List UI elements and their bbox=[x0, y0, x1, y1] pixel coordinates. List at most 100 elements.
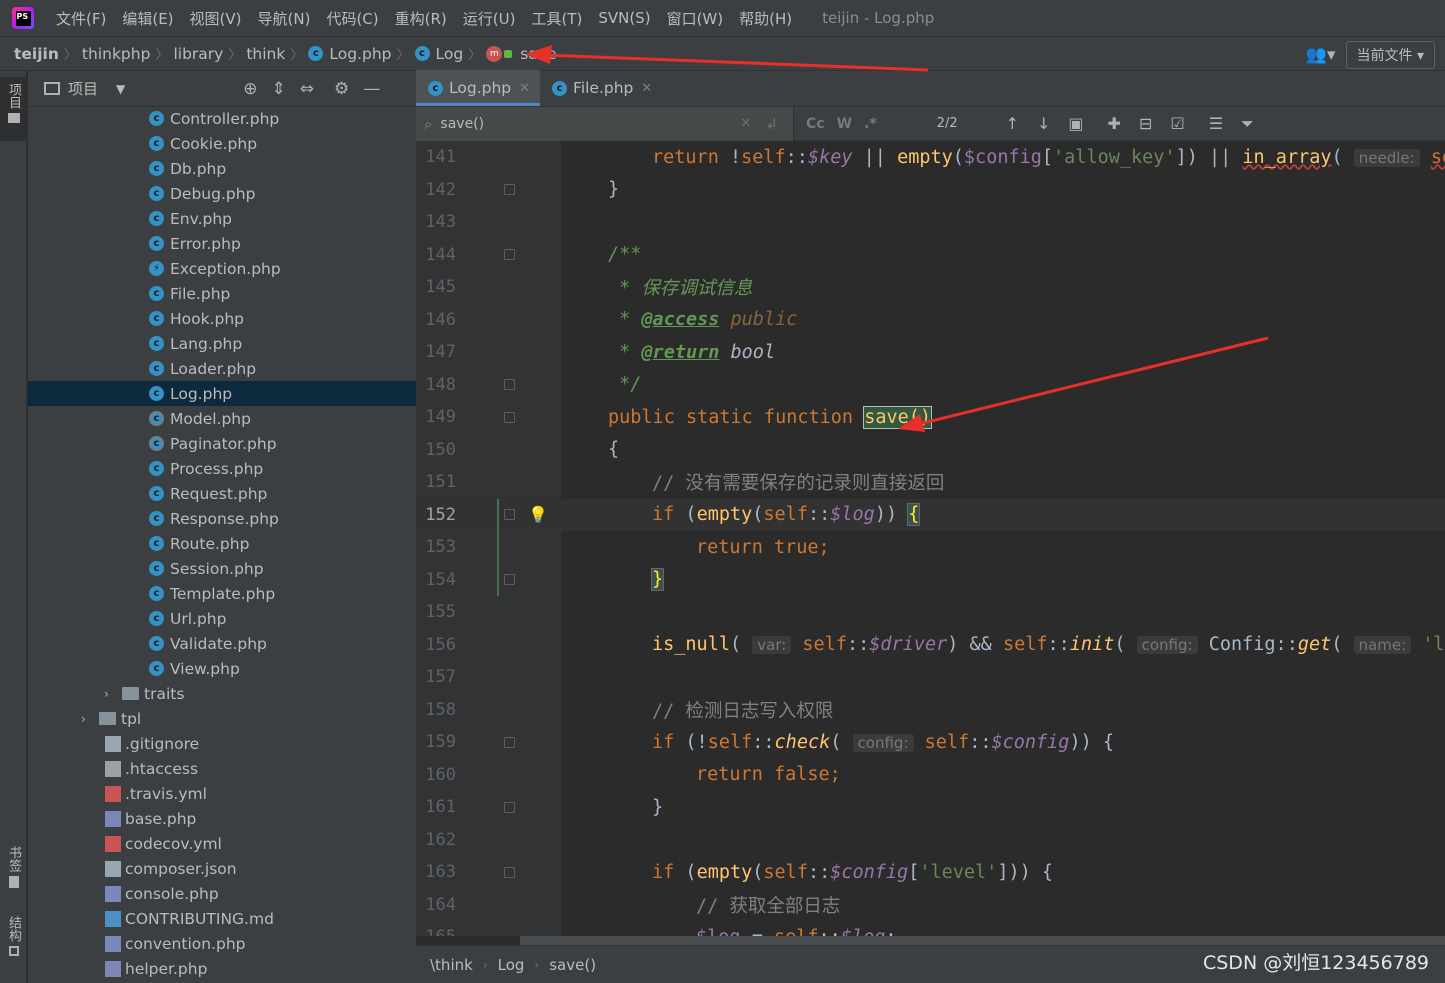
tree-item-file[interactable]: c View.php bbox=[28, 656, 416, 681]
breadcrumb-project[interactable]: teijin bbox=[14, 45, 59, 63]
code-line[interactable]: 146 * @access public bbox=[416, 304, 1445, 337]
status-crumb-method[interactable]: save() bbox=[549, 956, 596, 974]
tree-item-folder[interactable]: › tpl bbox=[28, 706, 416, 731]
tree-item-file[interactable]: console.php bbox=[28, 881, 416, 906]
tree-item-file[interactable]: CONTRIBUTING.md bbox=[28, 906, 416, 931]
menu-code[interactable]: 代码(C) bbox=[318, 8, 386, 29]
fold-marker-icon[interactable] bbox=[504, 249, 515, 261]
lightbulb-icon[interactable]: 💡 bbox=[528, 505, 548, 524]
code-line[interactable]: 142} bbox=[416, 174, 1445, 207]
menu-tools[interactable]: 工具(T) bbox=[523, 8, 590, 29]
tree-item-file[interactable]: c Process.php bbox=[28, 456, 416, 481]
tree-item-file[interactable]: c Loader.php bbox=[28, 356, 416, 381]
chevron-right-icon[interactable]: › bbox=[104, 687, 122, 701]
tab-log-php[interactable]: c Log.php ✕ bbox=[416, 70, 541, 106]
menu-refactor[interactable]: 重构(R) bbox=[387, 8, 455, 29]
breadcrumb-thinkphp[interactable]: thinkphp bbox=[82, 45, 151, 63]
tree-item-folder[interactable]: › traits bbox=[28, 681, 416, 706]
tree-item-file[interactable]: c Model.php bbox=[28, 406, 416, 431]
code-line[interactable]: 158 // 检测日志写入权限 bbox=[416, 694, 1445, 727]
gear-icon[interactable]: ⚙ bbox=[334, 79, 349, 99]
tree-item-file[interactable]: codecov.yml bbox=[28, 831, 416, 856]
code-line[interactable]: 150 { bbox=[416, 434, 1445, 467]
code-line[interactable]: 164 // 获取全部日志 bbox=[416, 889, 1445, 922]
fold-marker-icon[interactable] bbox=[504, 184, 515, 196]
tree-item-file[interactable]: c Session.php bbox=[28, 556, 416, 581]
tree-item-file[interactable]: c Env.php bbox=[28, 206, 416, 231]
tree-item-file[interactable]: convention.php bbox=[28, 931, 416, 956]
menu-file[interactable]: 文件(F) bbox=[48, 8, 114, 29]
tree-item-file[interactable]: c Log.php bbox=[28, 381, 416, 406]
remove-occurrence-icon[interactable]: ⊟ bbox=[1139, 114, 1152, 133]
horizontal-scrollbar[interactable] bbox=[520, 936, 1445, 945]
code-line[interactable]: 156 is_null( var: self::$driver) && self:… bbox=[416, 629, 1445, 662]
menu-window[interactable]: 窗口(W) bbox=[659, 8, 732, 29]
scope-dropdown[interactable]: 当前文件 ▾ bbox=[1345, 41, 1435, 69]
code-area[interactable]: 141 return !self::$key || empty($config['… bbox=[416, 141, 1445, 936]
status-crumb-class[interactable]: Log bbox=[498, 956, 525, 974]
fold-marker-icon[interactable] bbox=[504, 379, 515, 391]
tree-item-file[interactable]: c Debug.php bbox=[28, 181, 416, 206]
breadcrumb-method[interactable]: m save bbox=[486, 45, 557, 63]
hide-icon[interactable]: — bbox=[363, 79, 380, 99]
code-line[interactable]: 160 return false; bbox=[416, 759, 1445, 792]
close-icon[interactable]: ✕ bbox=[641, 81, 652, 96]
search-icon[interactable]: ⌕ bbox=[424, 115, 432, 133]
code-line[interactable]: 154} bbox=[416, 564, 1445, 597]
arrow-up-icon[interactable]: ↑ bbox=[1006, 114, 1019, 133]
code-line[interactable]: 144 /** bbox=[416, 239, 1445, 272]
code-line[interactable]: 157 bbox=[416, 661, 1445, 694]
tree-item-file[interactable]: base.php bbox=[28, 806, 416, 831]
tree-item-file[interactable]: c Response.php bbox=[28, 506, 416, 531]
tree-item-file[interactable]: c Url.php bbox=[28, 606, 416, 631]
locate-icon[interactable]: ⊕ bbox=[243, 79, 257, 99]
tree-item-file[interactable]: composer.json bbox=[28, 856, 416, 881]
code-line[interactable]: 148 */ bbox=[416, 369, 1445, 402]
tree-item-file[interactable]: c Route.php bbox=[28, 531, 416, 556]
match-case-toggle[interactable]: Cc bbox=[806, 116, 825, 132]
clear-icon[interactable]: ✕ bbox=[740, 116, 751, 131]
fold-marker-icon[interactable] bbox=[504, 574, 515, 586]
menu-run[interactable]: 运行(U) bbox=[455, 8, 524, 29]
tab-structure[interactable]: 结构 bbox=[0, 916, 27, 966]
filter-icon[interactable]: ⏷ bbox=[1241, 114, 1254, 134]
fold-marker-icon[interactable] bbox=[504, 411, 515, 423]
tree-item-file[interactable]: c Cookie.php bbox=[28, 131, 416, 156]
tab-bookmarks[interactable]: 书签 bbox=[0, 846, 27, 896]
tab-project[interactable]: 项目 bbox=[0, 77, 27, 141]
collapse-all-icon[interactable]: ⇔ bbox=[300, 79, 314, 99]
tree-item-file[interactable]: c Validate.php bbox=[28, 631, 416, 656]
tree-item-file[interactable]: c Hook.php bbox=[28, 306, 416, 331]
code-line[interactable]: 149 public static function save() bbox=[416, 401, 1445, 434]
tree-item-file[interactable]: c File.php bbox=[28, 281, 416, 306]
tree-item-file[interactable]: c Lang.php bbox=[28, 331, 416, 356]
tree-item-file[interactable]: .htaccess bbox=[28, 756, 416, 781]
breadcrumb-library[interactable]: library bbox=[173, 45, 223, 63]
fold-marker-icon[interactable] bbox=[504, 866, 515, 878]
menu-help[interactable]: 帮助(H) bbox=[731, 8, 800, 29]
tree-item-file[interactable]: ⚡ Exception.php bbox=[28, 256, 416, 281]
code-line[interactable]: 151 // 没有需要保存的记录则直接返回 bbox=[416, 466, 1445, 499]
select-all-occurrences-icon[interactable]: ☑ bbox=[1170, 114, 1184, 133]
tree-item-file[interactable]: helper.php bbox=[28, 956, 416, 981]
code-line[interactable]: 161} bbox=[416, 791, 1445, 824]
tree-item-file[interactable]: c Request.php bbox=[28, 481, 416, 506]
code-line[interactable]: 152 💡 if (empty(self::$log)) { bbox=[416, 498, 1445, 531]
search-input[interactable] bbox=[440, 115, 741, 132]
menu-view[interactable]: 视图(V) bbox=[182, 8, 250, 29]
breadcrumb-think[interactable]: think bbox=[246, 45, 285, 63]
tab-file-php[interactable]: c File.php ✕ bbox=[540, 70, 662, 106]
chevron-down-icon[interactable]: ▼ bbox=[116, 82, 125, 96]
tree-item-file[interactable]: .gitignore bbox=[28, 731, 416, 756]
new-line-icon[interactable]: ↲ bbox=[765, 115, 778, 133]
arrow-down-icon[interactable]: ↓ bbox=[1037, 114, 1050, 133]
project-panel-title[interactable]: 项目 bbox=[68, 78, 98, 99]
tree-item-file[interactable]: c Controller.php bbox=[28, 107, 416, 131]
add-occurrence-icon[interactable]: ✚ bbox=[1108, 114, 1121, 133]
code-line[interactable]: 159 if (!self::check( config: self::$conf… bbox=[416, 726, 1445, 759]
code-line[interactable]: 141 return !self::$key || empty($config['… bbox=[416, 141, 1445, 174]
fold-marker-icon[interactable] bbox=[504, 509, 515, 521]
menu-svn[interactable]: SVN(S) bbox=[590, 9, 658, 27]
breadcrumb-file[interactable]: c Log.php bbox=[308, 45, 392, 63]
expand-all-icon[interactable]: ⇕ bbox=[272, 79, 286, 99]
